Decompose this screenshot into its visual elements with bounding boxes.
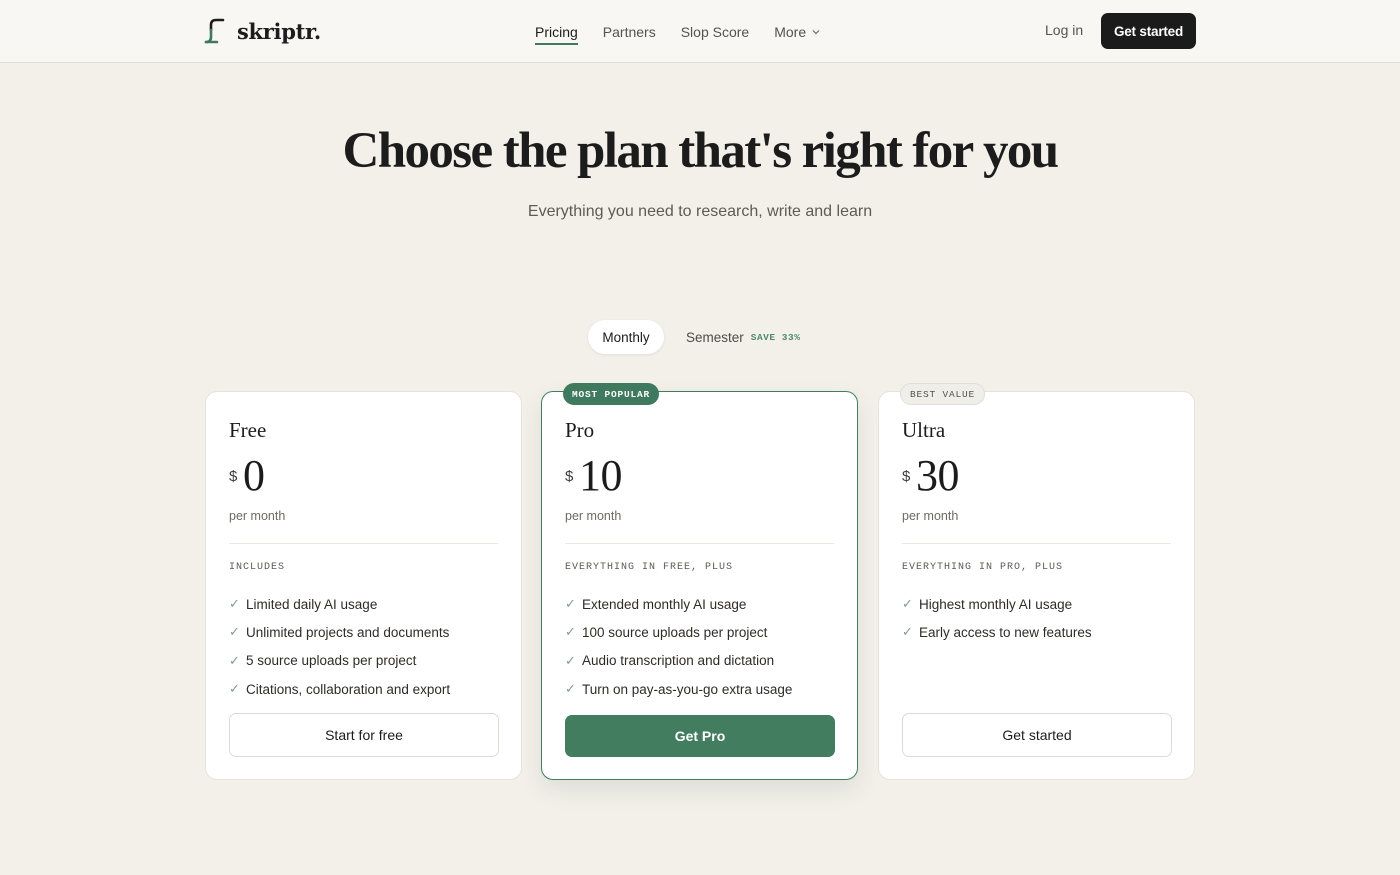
billing-semester-label: Semester <box>686 329 744 345</box>
list-item: ✓ Turn on pay-as-you-go extra usage <box>565 675 792 703</box>
price-amount: 30 <box>916 451 960 500</box>
brand-name: skriptr. <box>237 18 321 44</box>
save-badge: SAVE 33% <box>750 331 801 343</box>
features-heading: EVERYTHING IN PRO, PLUS <box>902 562 1064 573</box>
nav-item-label: Slop Score <box>680 23 750 40</box>
nav-item-pricing[interactable]: Pricing <box>535 0 578 63</box>
nav-item-more[interactable]: More <box>774 0 821 63</box>
plan-name: Free <box>229 418 267 442</box>
billing-toggle-semester[interactable]: Semester SAVE 33% <box>686 320 800 354</box>
feature-text: 100 source uploads per project <box>582 624 768 640</box>
get-started-button[interactable]: Get started <box>1101 13 1196 49</box>
list-item: ✓ 100 source uploads per project <box>565 618 792 646</box>
page-subtitle: Everything you need to research, write a… <box>527 203 873 220</box>
list-item: ✓ Extended monthly AI usage <box>565 590 792 618</box>
plan-card-free: Free $ 0 per month INCLUDES ✓ Limited dai… <box>205 391 522 780</box>
check-icon: ✓ <box>565 652 576 668</box>
get-pro-button[interactable]: Get Pro <box>565 715 835 757</box>
check-icon: ✓ <box>565 624 576 640</box>
features-heading: EVERYTHING IN FREE, PLUS <box>565 562 734 573</box>
feature-list: ✓ Limited daily AI usage ✓ Unlimited proje… <box>229 590 450 703</box>
most-popular-badge: MOST POPULAR <box>563 383 660 405</box>
plan-name: Pro <box>565 418 595 442</box>
check-icon: ✓ <box>229 596 240 612</box>
start-for-free-button[interactable]: Start for free <box>229 713 499 757</box>
list-item: ✓ Citations, collaboration and export <box>229 675 450 703</box>
price-period: per month <box>229 509 286 523</box>
nav-item-label: Partners <box>602 23 656 40</box>
list-item: ✓ Unlimited projects and documents <box>229 618 450 646</box>
feature-list: ✓ Extended monthly AI usage ✓ 100 source u… <box>565 590 792 703</box>
price-amount: 10 <box>579 451 623 500</box>
plan-name: Ultra <box>902 418 946 442</box>
list-item: ✓ Audio transcription and dictation <box>565 647 792 675</box>
skriptr-logo-icon <box>204 18 225 44</box>
feature-text: Unlimited projects and documents <box>246 624 450 640</box>
nav-item-slop-score[interactable]: Slop Score <box>681 0 749 63</box>
feature-list: ✓ Highest monthly AI usage ✓ Early access … <box>902 590 1092 647</box>
divider <box>229 543 498 544</box>
price-currency: $ <box>902 468 911 485</box>
check-icon: ✓ <box>902 624 913 640</box>
feature-text: Limited daily AI usage <box>246 596 378 612</box>
check-icon: ✓ <box>229 624 240 640</box>
divider <box>565 543 834 544</box>
list-item: ✓ Early access to new features <box>902 618 1092 646</box>
price-period: per month <box>565 509 622 523</box>
price-amount: 0 <box>243 451 265 500</box>
list-item: ✓ Highest monthly AI usage <box>902 590 1092 618</box>
features-heading: INCLUDES <box>229 562 286 573</box>
feature-text: Citations, collaboration and export <box>246 681 451 697</box>
billing-toggle-monthly[interactable]: Monthly <box>588 320 664 354</box>
nav-item-partners[interactable]: Partners <box>603 0 656 63</box>
divider <box>902 543 1171 544</box>
main-nav: Pricing Partners Slop Score More <box>535 0 846 63</box>
feature-text: Extended monthly AI usage <box>582 596 747 612</box>
brand-logo[interactable]: skriptr. <box>203 16 321 46</box>
check-icon: ✓ <box>902 596 913 612</box>
login-link[interactable]: Log in <box>1045 22 1083 38</box>
chevron-down-icon <box>812 29 820 34</box>
nav-item-label: More <box>774 23 807 40</box>
page-title: Choose the plan that's right for you <box>342 123 1059 179</box>
plan-card-pro: MOST POPULAR Pro $ 10 per month EVERYTHI… <box>541 383 858 780</box>
get-started-ultra-button[interactable]: Get started <box>902 713 1172 757</box>
check-icon: ✓ <box>229 652 240 668</box>
price-currency: $ <box>565 468 574 485</box>
check-icon: ✓ <box>565 596 576 612</box>
feature-text: Highest monthly AI usage <box>919 596 1073 612</box>
nav-item-label: Pricing <box>535 23 578 40</box>
check-icon: ✓ <box>229 681 240 697</box>
list-item: ✓ 5 source uploads per project <box>229 647 450 675</box>
price-period: per month <box>902 509 959 523</box>
list-item: ✓ Limited daily AI usage <box>229 590 450 618</box>
best-value-badge: BEST VALUE <box>900 383 986 405</box>
plan-card-ultra: BEST VALUE Ultra $ 30 per month EVERYTHI… <box>878 383 1195 780</box>
billing-monthly-label: Monthly <box>602 329 650 345</box>
feature-text: 5 source uploads per project <box>246 653 417 669</box>
feature-text: Audio transcription and dictation <box>582 653 775 669</box>
price-currency: $ <box>229 468 238 485</box>
feature-text: Turn on pay-as-you-go extra usage <box>582 681 793 697</box>
feature-text: Early access to new features <box>919 624 1092 640</box>
top-nav-bar: skriptr. Pricing Partners Slop Score Mor… <box>0 0 1400 63</box>
check-icon: ✓ <box>565 681 576 697</box>
